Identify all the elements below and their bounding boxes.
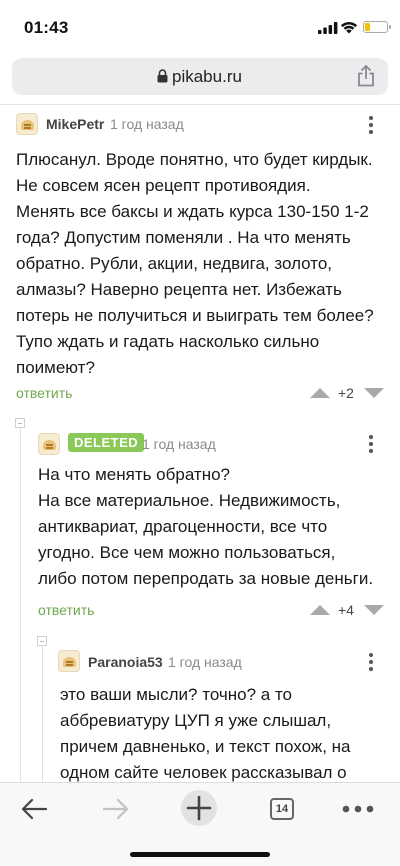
plus-icon[interactable] [180, 789, 218, 827]
url-text: pikabu.ru [172, 67, 242, 86]
comment-line: Менять все баксы и ждать курса 130-150 1… [16, 202, 369, 221]
comment-author[interactable]: MikePetr [46, 116, 104, 132]
status-bar: 01:43 [0, 0, 400, 52]
comment-line: Не совсем ясен рецепт противоядия. [16, 176, 311, 195]
thread-line [20, 422, 21, 782]
more-vertical-icon[interactable] [368, 116, 374, 136]
comment-line: причем давненько, и текст похож, на [60, 737, 351, 756]
comment-line: алмазы? Наверно рецепта нет. Избежать [16, 280, 342, 299]
thread-line [42, 642, 43, 782]
avatar[interactable] [58, 650, 80, 672]
upvote-icon[interactable] [310, 388, 330, 398]
comment-time[interactable]: 1 год назад [142, 436, 216, 452]
comment-line: это ваши мысли? точно? а то [60, 685, 293, 704]
comment-text: Плюсанул. Вроде понятно, что будет кирды… [16, 147, 388, 381]
cellular-signal-icon [318, 22, 338, 34]
address-bar[interactable]: pikabu.ru [12, 58, 388, 95]
reply-button[interactable]: ответить [38, 602, 94, 618]
reply-button[interactable]: ответить [16, 385, 72, 401]
comment-line: поимеют? [16, 358, 95, 377]
divider [0, 104, 400, 105]
tabs-icon[interactable]: 14 [270, 798, 294, 820]
comment-line: На все материальное. Недвижимость, [38, 491, 341, 510]
comment-text: На что менять обратно? На все материальн… [38, 462, 390, 592]
downvote-icon[interactable] [364, 605, 384, 615]
comment-rating: +2 [338, 385, 354, 401]
comment-time[interactable]: 1 год назад [110, 116, 184, 132]
comment-line: угодно. Все чем можно пользоваться, [38, 543, 336, 562]
comment-line: аббревиатуру ЦУП я уже слышал, [60, 711, 332, 730]
comment-line: либо потом перепродать за новые деньги. [38, 569, 374, 588]
comment-line: года? Допустим поменяли . На что менять [16, 228, 351, 247]
comment-line: антиквариат, драгоценности, все что [38, 517, 328, 536]
thread-collapse-toggle[interactable] [15, 418, 25, 428]
forward-arrow-icon[interactable] [102, 797, 130, 821]
battery-icon [363, 21, 391, 33]
status-time: 01:43 [24, 18, 69, 37]
comment-text: это ваши мысли? точно? а то аббревиатуру… [60, 682, 392, 786]
more-vertical-icon[interactable] [368, 653, 374, 673]
home-indicator[interactable] [130, 852, 270, 857]
downvote-icon[interactable] [364, 388, 384, 398]
comment-line: Плюсанул. Вроде понятно, что будет кирды… [16, 150, 373, 169]
wifi-icon [340, 21, 358, 34]
upvote-icon[interactable] [310, 605, 330, 615]
share-icon[interactable] [356, 65, 376, 87]
deleted-badge: DELETED [68, 433, 145, 452]
comment-line: Тупо ждать и гадать насколько сильно [16, 332, 320, 351]
more-vertical-icon[interactable] [368, 435, 374, 455]
comment-time[interactable]: 1 год назад [168, 654, 242, 670]
more-horizontal-icon[interactable] [342, 805, 374, 813]
back-arrow-icon[interactable] [20, 797, 48, 821]
thread-collapse-toggle[interactable] [37, 636, 47, 646]
comment-line: На что менять обратно? [38, 465, 230, 484]
comment-line: обратно. Рубли, акции, недвига, золото, [16, 254, 333, 273]
comment-rating: +4 [338, 602, 354, 618]
lock-icon [157, 69, 168, 83]
avatar[interactable] [16, 113, 38, 135]
avatar[interactable] [38, 433, 60, 455]
comment-line: потерь не получиться и выиграть тем боле… [16, 306, 374, 325]
comment-author[interactable]: Paranoia53 [88, 654, 163, 670]
